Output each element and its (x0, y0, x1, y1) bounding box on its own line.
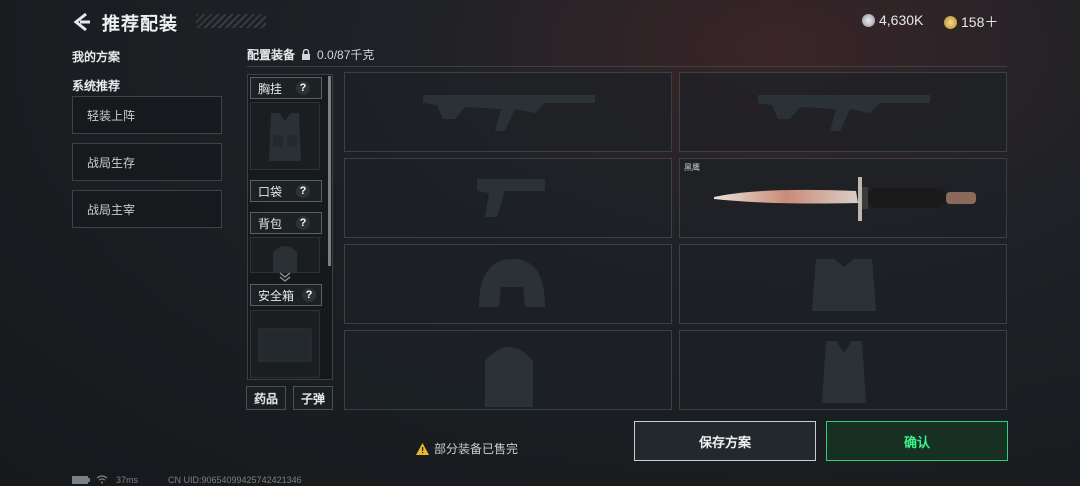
weight-value: 0.0/87千克 (317, 48, 375, 62)
page-title: 推荐配装 (102, 14, 178, 34)
armor-icon (812, 259, 876, 311)
secondary-weapon-slot[interactable] (679, 72, 1007, 152)
safe-box-label: 安全箱 (258, 288, 295, 303)
pistol-icon (477, 179, 545, 217)
preset-survival[interactable]: 战局生存 (72, 143, 222, 181)
safe-box-slot[interactable]: 安全箱 ? (250, 284, 322, 306)
primary-weapon-slot[interactable] (344, 72, 672, 152)
back-arrow-icon[interactable] (70, 10, 94, 34)
my-plans-label[interactable]: 我的方案 (72, 48, 120, 65)
silver-coin-icon (862, 13, 875, 27)
vest-icon (269, 113, 301, 161)
help-icon[interactable]: ? (302, 288, 317, 302)
chest-rig-equip-slot[interactable] (679, 330, 1007, 410)
help-icon[interactable]: ? (296, 81, 311, 95)
vest-icon (822, 341, 866, 403)
backpack-icon (273, 246, 297, 272)
safe-box-image[interactable] (250, 310, 320, 378)
backpack-slot[interactable]: 背包 ? (250, 212, 322, 234)
armor-slot[interactable] (679, 244, 1007, 324)
system-recommend-label: 系统推荐 (72, 79, 121, 93)
rifle-icon (423, 95, 595, 131)
currency-a-value: 4,630K (879, 12, 924, 28)
currency-b[interactable]: 158＋ (944, 12, 998, 32)
helmet-slot[interactable] (344, 244, 672, 324)
knife-icon (714, 177, 976, 221)
backpack-equip-slot[interactable] (344, 330, 672, 410)
melee-slot[interactable]: 黑鹰 (679, 158, 1007, 238)
battery-icon (72, 476, 90, 484)
currency-b-value: 158＋ (961, 14, 999, 30)
backpack-image[interactable] (250, 237, 320, 273)
pocket-label: 口袋 (258, 184, 283, 199)
loadout-header: 配置装备 0.0/87千克 (247, 46, 374, 63)
loadout-title: 配置装备 (247, 48, 296, 62)
meds-button[interactable]: 药品 (246, 386, 286, 410)
save-plan-button[interactable]: 保存方案 (634, 421, 816, 461)
rifle-icon (758, 95, 930, 131)
helmet-icon (479, 259, 545, 307)
wifi-icon (96, 475, 108, 484)
gold-coin-icon (944, 15, 957, 29)
sold-out-warning: 部分装备已售完 (416, 440, 518, 457)
safe-box-icon (258, 328, 312, 362)
currency-a: 4,630K (862, 12, 923, 28)
ping-value: 37ms (116, 475, 139, 485)
backpack-icon (485, 347, 533, 407)
slot-scrollbar[interactable] (328, 76, 331, 266)
uid-text: CN UID:9065409942574242​1346 (168, 475, 302, 485)
help-icon[interactable]: ? (296, 216, 311, 230)
ammo-button[interactable]: 子弹 (293, 386, 333, 410)
preset-light[interactable]: 轻装上阵 (72, 96, 222, 134)
pistol-slot[interactable] (344, 158, 672, 238)
header-divider (247, 66, 1007, 67)
help-icon[interactable]: ? (296, 184, 311, 198)
chest-rig-slot[interactable]: 胸挂 ? (250, 77, 322, 99)
chest-rig-label: 胸挂 (258, 81, 283, 96)
lock-icon (302, 48, 311, 60)
chevron-down-icon[interactable] (279, 272, 291, 282)
sold-out-text: 部分装备已售完 (434, 442, 519, 456)
chest-rig-image[interactable] (250, 102, 320, 170)
warning-icon (416, 442, 429, 455)
preset-dominate[interactable]: 战局主宰 (72, 190, 222, 228)
pocket-slot[interactable]: 口袋 ? (250, 180, 322, 202)
backpack-label: 背包 (258, 216, 283, 231)
confirm-button[interactable]: 确认 (826, 421, 1008, 461)
title-decoration (196, 14, 266, 28)
